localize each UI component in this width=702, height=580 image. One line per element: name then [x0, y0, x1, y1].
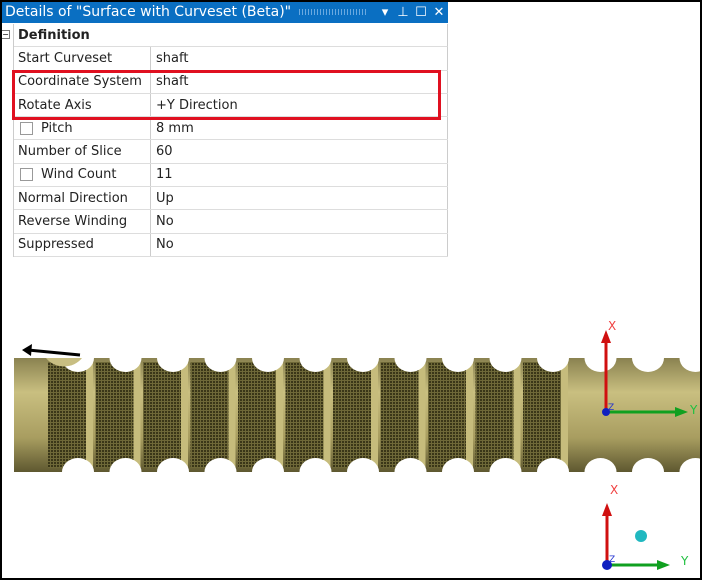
prop-value[interactable]: No: [151, 233, 448, 256]
shaft-groove: [380, 362, 419, 468]
details-title-bar: Details of "Surface with Curveset (Beta)…: [1, 1, 448, 23]
axis-x-label: X: [608, 319, 616, 333]
axis-z-label: Z: [609, 555, 615, 565]
shaft-groove: [466, 358, 473, 472]
shaft-groove: [143, 362, 181, 468]
prop-value[interactable]: 60: [151, 140, 448, 163]
details-panel: Details of "Surface with Curveset (Beta)…: [1, 1, 448, 262]
shaft-groove: [561, 358, 568, 472]
prop-label: Pitch: [41, 120, 73, 136]
property-grid: Definition Start Curveset shaft Coordinat…: [13, 24, 448, 257]
axis-z-label: Z: [608, 403, 614, 413]
maximize-icon[interactable]: ☐: [412, 5, 430, 20]
shaft-groove: [181, 358, 188, 472]
row-reverse-winding[interactable]: Reverse Winding No: [14, 210, 448, 234]
prop-label: Normal Direction: [14, 187, 151, 210]
arrow-direction-icon: [22, 344, 81, 357]
3d-viewport[interactable]: X Y Z X Y Z: [0, 300, 702, 580]
shaft-groove: [475, 362, 514, 468]
shaft-groove: [48, 362, 86, 468]
shaft-groove: [95, 362, 134, 468]
shaft-groove: [228, 358, 236, 472]
prop-label: Suppressed: [14, 233, 151, 256]
shaft-groove: [371, 358, 378, 472]
axis-y-label: Y: [680, 554, 689, 568]
pin-icon[interactable]: ⊥: [394, 5, 412, 20]
wind-count-checkbox[interactable]: [20, 168, 33, 182]
shaft-groove: [428, 362, 466, 468]
shaft-groove: [513, 358, 521, 472]
section-label: Definition: [18, 27, 90, 43]
shaft-model: [14, 358, 702, 472]
prop-label: Reverse Winding: [14, 210, 151, 233]
prop-label: Start Curveset: [14, 47, 151, 70]
row-pitch[interactable]: Pitch 8 mm: [14, 117, 448, 141]
row-normal-direction[interactable]: Normal Direction Up: [14, 187, 448, 211]
prop-value[interactable]: 11: [151, 163, 448, 187]
close-icon[interactable]: ✕: [430, 5, 448, 20]
prop-value[interactable]: No: [151, 210, 448, 233]
shaft-groove: [523, 362, 561, 468]
details-title: Details of "Surface with Curveset (Beta)…: [5, 4, 292, 20]
global-axis-triad: X Y Z: [602, 483, 689, 570]
shaft-groove: [323, 358, 331, 472]
row-wind-count[interactable]: Wind Count 11: [14, 163, 448, 188]
shaft-groove: [285, 362, 324, 468]
axis-x-label: X: [610, 483, 618, 497]
shaft-groove: [133, 358, 141, 472]
axis-y-label: Y: [689, 403, 698, 417]
pitch-checkbox[interactable]: [20, 121, 33, 135]
prop-value[interactable]: 8 mm: [151, 117, 448, 140]
shaft-groove: [276, 358, 283, 472]
row-suppressed[interactable]: Suppressed No: [14, 233, 448, 257]
highlight-box: [12, 70, 441, 120]
shaft-groove: [333, 362, 371, 468]
prop-label: Number of Slice: [14, 140, 151, 163]
shaft-groove: [86, 358, 93, 472]
section-definition[interactable]: Definition: [14, 24, 448, 48]
prop-value[interactable]: Up: [151, 187, 448, 210]
prop-label: Wind Count: [41, 167, 117, 183]
drag-handle[interactable]: [299, 9, 368, 15]
shaft-groove: [418, 358, 426, 472]
shaft-groove: [238, 362, 276, 468]
row-number-of-slice[interactable]: Number of Slice 60: [14, 140, 448, 164]
dropdown-icon[interactable]: ▾: [376, 5, 394, 20]
shaft-groove: [190, 362, 229, 468]
collapse-icon[interactable]: −: [1, 30, 10, 39]
row-start-curveset[interactable]: Start Curveset shaft: [14, 47, 448, 71]
prop-value[interactable]: shaft: [151, 47, 448, 70]
